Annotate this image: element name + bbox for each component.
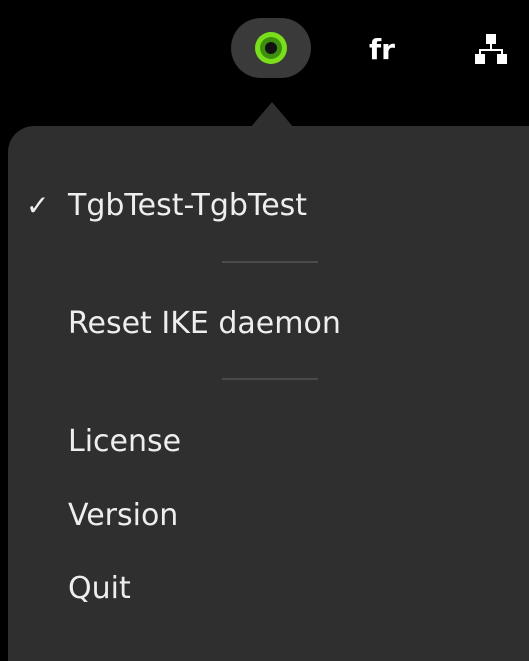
- keyboard-layout-indicator[interactable]: fr: [352, 24, 412, 74]
- keyboard-layout-label: fr: [369, 32, 395, 66]
- menu-pointer-arrow: [250, 102, 294, 128]
- quit-label: Quit: [68, 570, 131, 606]
- version-label: Version: [68, 497, 179, 533]
- menu-item-license[interactable]: License: [8, 412, 529, 470]
- wired-network-icon: [475, 34, 507, 64]
- network-indicator-button[interactable]: [466, 24, 516, 74]
- connection-label: TgbTest-TgbTest: [68, 187, 308, 223]
- menu-item-quit[interactable]: Quit: [8, 559, 529, 617]
- menu-separator: [222, 378, 318, 380]
- reset-ike-daemon-label: Reset IKE daemon: [68, 305, 341, 341]
- license-label: License: [68, 423, 182, 459]
- checkmark-icon: ✓: [26, 188, 50, 222]
- vpn-indicator-button[interactable]: [231, 18, 311, 78]
- menu-item-connection[interactable]: ✓ TgbTest-TgbTest: [8, 176, 529, 234]
- vpn-status-icon: [255, 32, 287, 64]
- top-panel: fr: [0, 0, 529, 100]
- menu-item-reset-ike-daemon[interactable]: Reset IKE daemon: [8, 294, 529, 352]
- vpn-popup-menu: ✓ TgbTest-TgbTest Reset IKE daemon Licen…: [8, 126, 529, 661]
- menu-item-version[interactable]: Version: [8, 486, 529, 544]
- menu-separator: [222, 261, 318, 263]
